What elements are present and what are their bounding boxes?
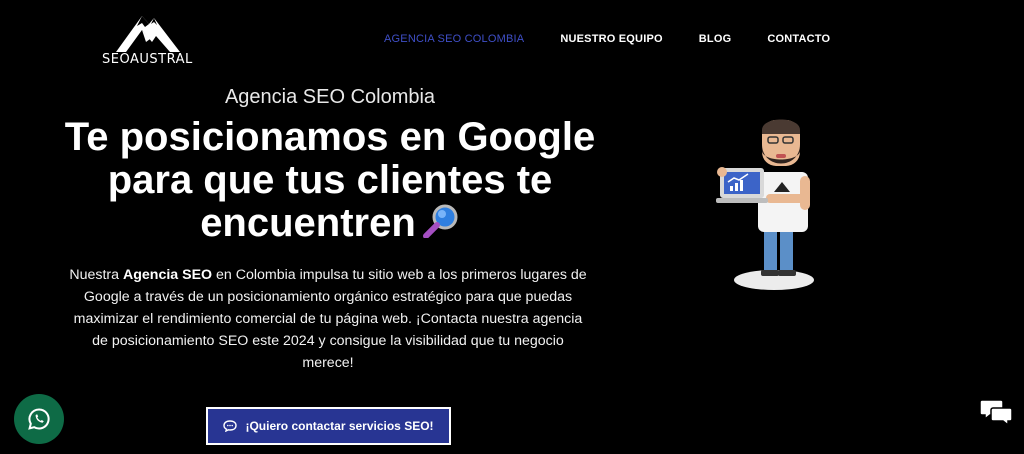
- nav-item-agencia-seo-colombia[interactable]: AGENCIA SEO COLOMBIA: [384, 33, 524, 45]
- hero-description-bold: Agencia SEO: [122, 267, 213, 283]
- chat-bubble-icon: [223, 420, 238, 432]
- whatsapp-button[interactable]: [14, 394, 64, 444]
- hero-description: Nuestra Agencia SEO en Colombia impulsa …: [69, 267, 587, 371]
- whatsapp-icon: [28, 408, 50, 430]
- seo-mascot-illustration: [706, 110, 816, 299]
- hero-title-text: Te posicionamos en Google para que tus c…: [64, 115, 596, 245]
- live-chat-button[interactable]: [979, 397, 1013, 432]
- chat-bubbles-icon: [979, 399, 1013, 427]
- main-nav: AGENCIA SEO COLOMBIA NUESTRO EQUIPO BLOG…: [384, 33, 866, 45]
- nav-item-blog[interactable]: BLOG: [699, 33, 732, 45]
- nav-item-contacto[interactable]: CONTACTO: [767, 33, 830, 45]
- mountain-logo-icon: [116, 16, 180, 52]
- hero-eyebrow: Agencia SEO Colombia: [224, 86, 436, 108]
- brand-name: SEOAUSTRAL: [102, 52, 193, 67]
- magnifier-icon: [422, 204, 460, 239]
- site-logo[interactable]: SEOAUSTRAL: [100, 12, 194, 68]
- contact-seo-button-label: ¡Quiero contactar servicios SEO!: [245, 419, 434, 433]
- nav-item-nuestro-equipo[interactable]: NUESTRO EQUIPO: [560, 33, 662, 45]
- contact-seo-button[interactable]: ¡Quiero contactar servicios SEO!: [206, 407, 451, 445]
- hero-title: Te posicionamos en Google para que tus c…: [60, 116, 600, 245]
